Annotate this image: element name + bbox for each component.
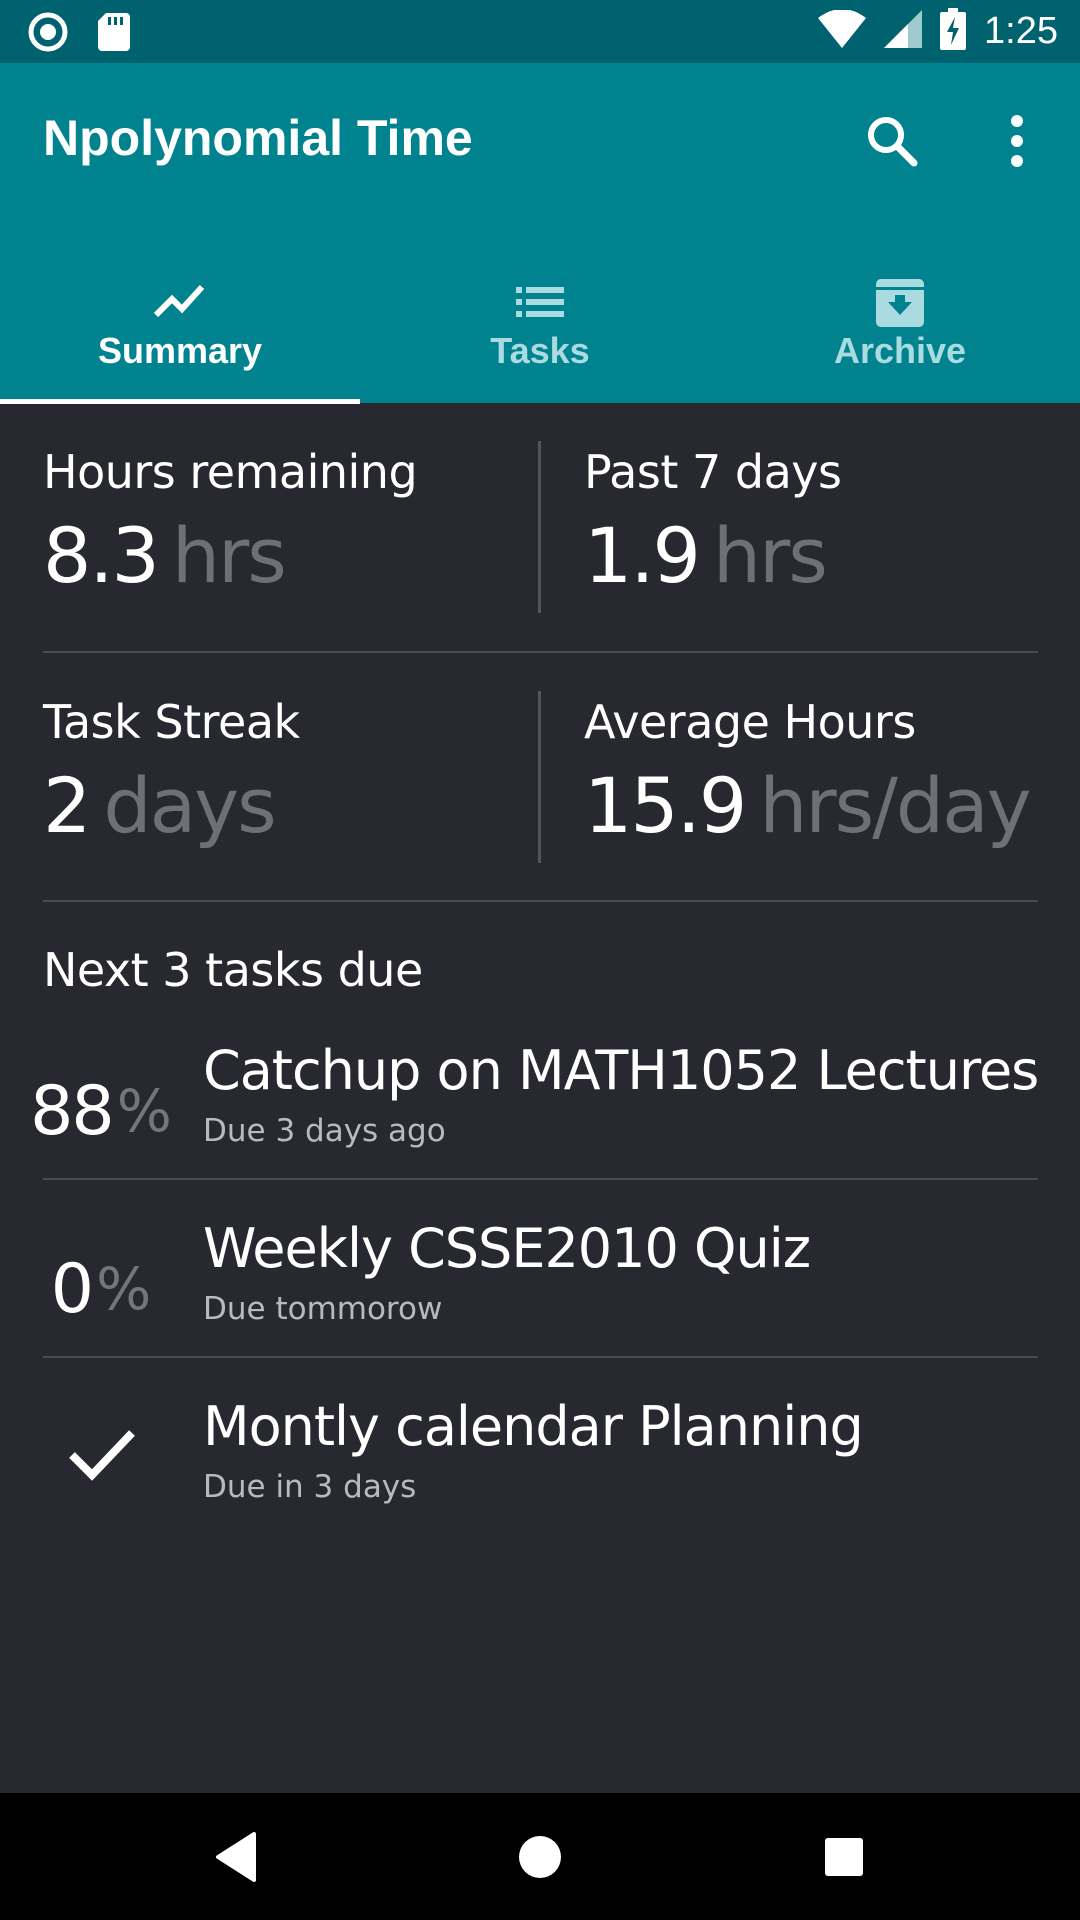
percent-sign: % — [116, 1077, 172, 1145]
stat-unit: hrs/day — [759, 761, 1031, 850]
signal-icon — [884, 10, 923, 53]
task-row[interactable]: Montly calendar Planning Due in 3 days — [0, 1379, 1080, 1555]
divider — [43, 1178, 1038, 1180]
wifi-icon — [818, 9, 867, 53]
tab-archive[interactable]: Archive — [720, 233, 1080, 403]
stat-unit: days — [103, 761, 276, 850]
record-icon — [28, 12, 68, 57]
stat-number: 2 — [43, 761, 91, 850]
stat-value: 15.9 hrs/day — [584, 761, 1032, 850]
app-bar: Npolynomial Time Summary Tasks Archive — [0, 63, 1080, 404]
task-progress: 0% — [0, 1201, 202, 1377]
search-icon[interactable] — [862, 111, 922, 171]
section-title: Next 3 tasks due — [43, 943, 423, 997]
tab-bar: Summary Tasks Archive — [0, 233, 1080, 403]
stat-hours-remaining: Hours remaining 8.3 hrs — [43, 445, 418, 600]
task-due: Due tommorow — [203, 1291, 443, 1327]
status-time: 1:25 — [984, 10, 1058, 52]
stat-average-hours: Average Hours 15.9 hrs/day — [584, 695, 1032, 850]
tab-tasks[interactable]: Tasks — [360, 233, 720, 403]
task-row[interactable]: 0% Weekly CSSE2010 Quiz Due tommorow — [0, 1201, 1080, 1377]
stat-unit: hrs — [712, 511, 828, 600]
stat-number: 1.9 — [584, 511, 701, 600]
stat-value: 8.3 hrs — [43, 511, 417, 600]
back-icon[interactable] — [176, 1793, 296, 1920]
task-due: Due in 3 days — [203, 1469, 417, 1505]
divider — [43, 651, 1038, 653]
battery-charging-icon — [940, 8, 967, 55]
divider — [43, 1356, 1038, 1358]
summary-content: Hours remaining 8.3 hrs Past 7 days 1.9 hr… — [0, 403, 1080, 1793]
check-icon — [66, 1417, 138, 1489]
task-name: Catchup on MATH1052 Lectures — [203, 1039, 1039, 1102]
task-due: Due 3 days ago — [203, 1113, 446, 1149]
status-bar: 1:25 — [0, 0, 1080, 63]
recents-icon[interactable] — [784, 1793, 904, 1920]
task-name: Montly calendar Planning — [203, 1395, 864, 1458]
task-progress-value: 0 — [50, 1249, 94, 1329]
vertical-divider — [538, 691, 541, 863]
list-icon — [510, 271, 570, 331]
trending-icon — [150, 271, 210, 331]
stat-task-streak: Task Streak 2 days — [43, 695, 300, 850]
tab-label-archive: Archive — [833, 330, 967, 371]
task-row[interactable]: 88% Catchup on MATH1052 Lectures Due 3 d… — [0, 1023, 1080, 1199]
stat-unit: hrs — [171, 511, 287, 600]
stat-number: 8.3 — [43, 511, 160, 600]
task-name: Weekly CSSE2010 Quiz — [203, 1217, 811, 1280]
sd-card-icon — [98, 13, 130, 56]
stat-label: Average Hours — [584, 695, 916, 749]
stat-past-7-days: Past 7 days 1.9 hrs — [584, 445, 842, 600]
percent-sign: % — [96, 1255, 152, 1323]
vertical-divider — [538, 441, 541, 613]
tab-label-summary: Summary — [97, 330, 263, 371]
archive-icon — [870, 271, 930, 331]
stat-label: Past 7 days — [584, 445, 842, 499]
stat-label: Hours remaining — [43, 445, 418, 499]
tab-label-tasks: Tasks — [490, 330, 590, 371]
navigation-bar — [0, 1793, 1080, 1920]
task-progress: 88% — [0, 1023, 202, 1199]
task-progress-value: 88 — [30, 1071, 115, 1151]
stat-value: 2 days — [43, 761, 300, 850]
tab-summary[interactable]: Summary — [0, 233, 360, 403]
stat-label: Task Streak — [43, 695, 300, 749]
stat-value: 1.9 hrs — [584, 511, 841, 600]
divider — [43, 900, 1038, 902]
stat-number: 15.9 — [584, 761, 747, 850]
more-vert-icon[interactable] — [992, 111, 1042, 171]
home-icon[interactable] — [480, 1793, 600, 1920]
app-title: Npolynomial Time — [43, 110, 473, 166]
